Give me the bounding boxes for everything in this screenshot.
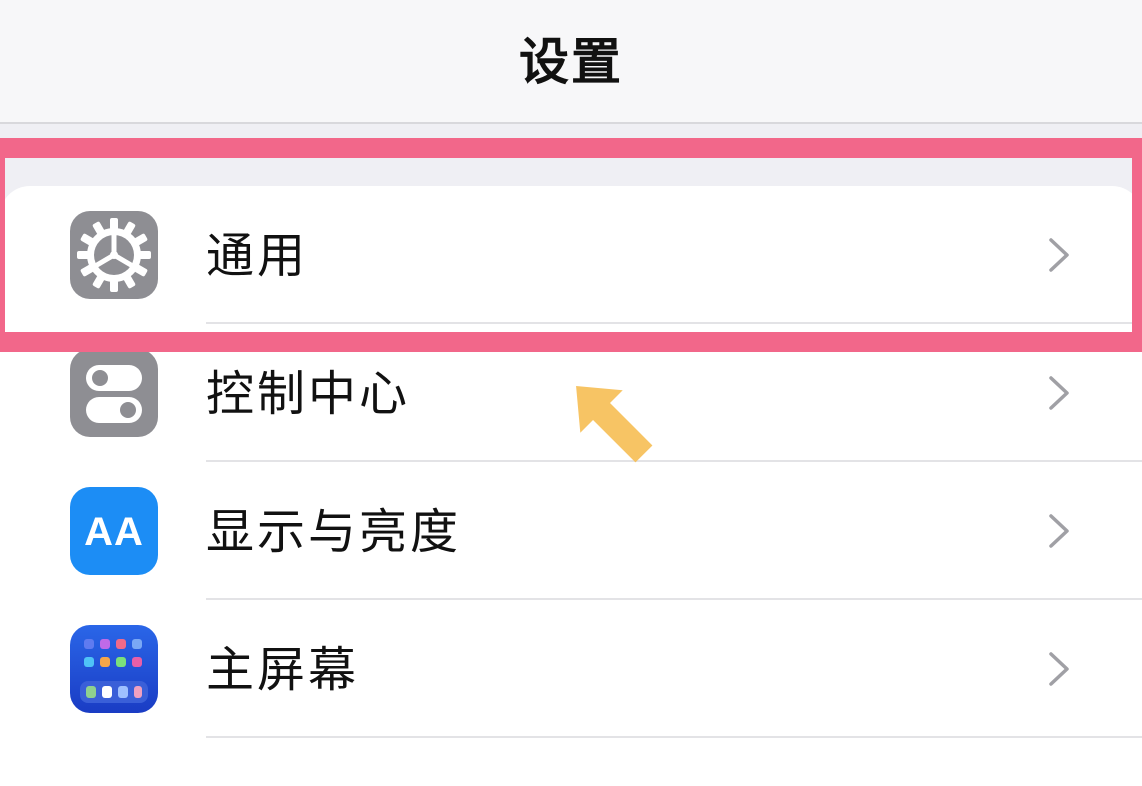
chevron-right-icon <box>1049 652 1069 686</box>
settings-row-display-brightness[interactable]: AA 显示与亮度 <box>0 462 1142 600</box>
text-size-icon: AA <box>70 487 158 575</box>
home-screen-grid-icon <box>70 625 158 713</box>
highlight-frame <box>0 138 1142 352</box>
chevron-right-icon <box>1049 376 1069 410</box>
settings-row-home-screen[interactable]: 主屏幕 <box>0 600 1142 738</box>
settings-row-label: 显示与亮度 <box>206 504 462 560</box>
toggle-switches-icon <box>70 349 158 437</box>
text-size-icon-label: AA <box>84 510 144 554</box>
settings-row-label: 控制中心 <box>206 366 411 422</box>
row-separator <box>206 736 1142 738</box>
page-title: 设置 <box>519 33 623 91</box>
navigation-bar: 设置 <box>0 0 1142 124</box>
arrow-pointer-icon <box>576 386 653 463</box>
chevron-right-icon <box>1049 514 1069 548</box>
settings-row-label: 主屏幕 <box>206 642 360 698</box>
